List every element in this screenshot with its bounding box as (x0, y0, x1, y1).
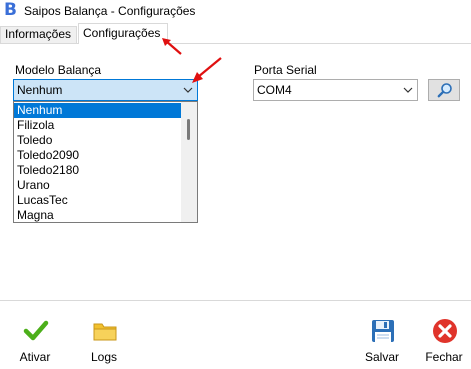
save-button[interactable]: Salvar (360, 318, 404, 366)
tab-configuracoes[interactable]: Configurações (78, 23, 168, 44)
dropdown-option[interactable]: Nenhum (14, 103, 181, 118)
dropdown-option[interactable]: Magna (14, 208, 181, 222)
annotation-arrow-icon (162, 38, 182, 55)
activate-label: Ativar (19, 350, 51, 364)
folder-icon (93, 323, 117, 341)
serial-port-label: Porta Serial (254, 63, 317, 77)
chevron-down-icon (403, 87, 413, 93)
footer-divider (0, 300, 471, 301)
scale-model-select[interactable]: Nenhum (13, 79, 198, 101)
tab-informacoes[interactable]: Informações (0, 26, 77, 43)
magnifier-icon (437, 83, 452, 98)
dropdown-option[interactable]: Urano (14, 178, 181, 193)
floppy-disk-icon (372, 320, 394, 342)
window-title: Saipos Balança - Configurações (24, 4, 196, 18)
save-label: Salvar (364, 350, 399, 364)
close-x-icon (433, 319, 457, 343)
scrollbar-thumb[interactable] (187, 119, 190, 140)
logs-label: Logs (90, 350, 118, 364)
annotation-arrow-icon (192, 57, 222, 83)
logs-button[interactable]: Logs (82, 318, 126, 366)
scale-model-value: Nenhum (17, 83, 63, 97)
close-button[interactable]: Fechar (422, 318, 466, 366)
close-label: Fechar (425, 350, 463, 364)
dropdown-option[interactable]: Filizola (14, 118, 181, 133)
app-logo-icon: B (4, 0, 17, 20)
scale-model-label: Modelo Balança (15, 63, 102, 77)
dropdown-option[interactable]: Toledo2180 (14, 163, 181, 178)
serial-port-select[interactable]: COM4 (253, 79, 418, 101)
scale-model-dropdown-list: Nenhum Filizola Toledo Toledo2090 Toledo… (13, 101, 198, 223)
dropdown-option[interactable]: LucasTec (14, 193, 181, 208)
dropdown-option[interactable]: Toledo (14, 133, 181, 148)
search-serial-button[interactable] (428, 79, 460, 101)
checkmark-icon (23, 320, 49, 341)
tab-strip-divider (0, 43, 471, 44)
activate-button[interactable]: Ativar (13, 318, 57, 366)
dropdown-scrollbar[interactable] (181, 102, 197, 222)
title-bar: B Saipos Balança - Configurações (0, 0, 471, 22)
dropdown-option[interactable]: Toledo2090 (14, 148, 181, 163)
chevron-down-icon (183, 87, 193, 93)
serial-port-value: COM4 (257, 83, 292, 97)
